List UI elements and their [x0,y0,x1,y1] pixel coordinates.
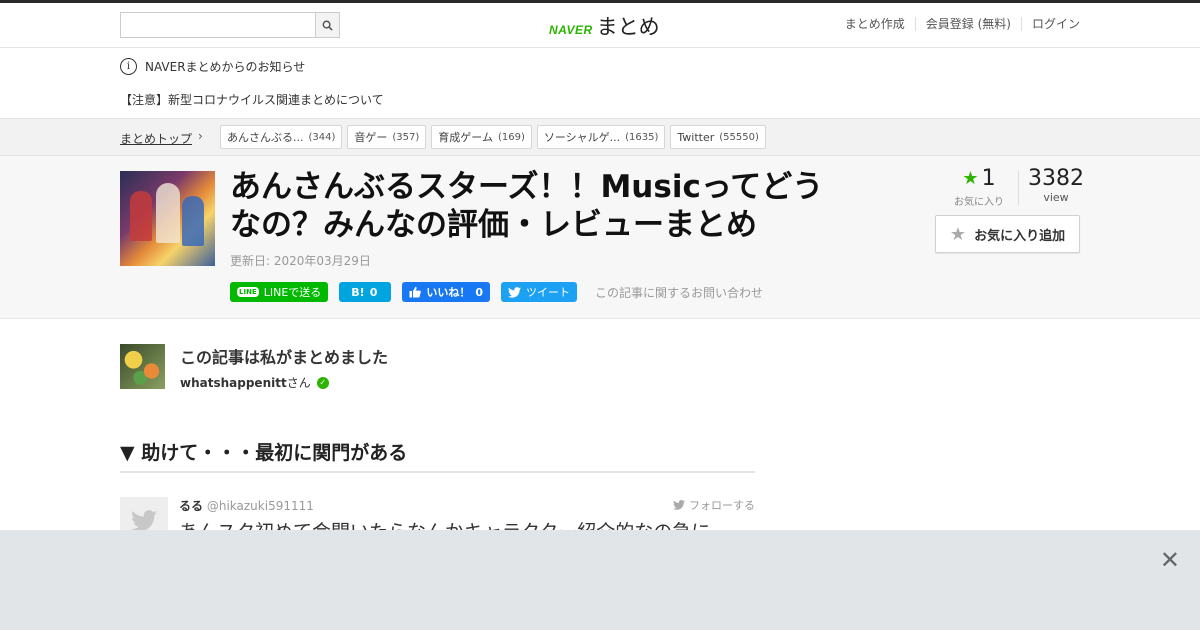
favorites-value: 1 [981,166,996,191]
search-icon [322,20,333,31]
verified-check-icon: ✓ [316,376,329,389]
favorites-number: ★ 1 [940,166,1018,191]
search-box [120,12,340,38]
hatena-bookmark-button[interactable]: B! 0 [339,282,392,302]
hatena-icon: B! [351,285,365,299]
create-matome-link[interactable]: まとめ作成 [835,17,915,31]
tag-count: (1635) [625,131,659,143]
tag-label: Twitter [677,130,715,144]
star-icon: ★ [962,168,979,189]
thumbs-up-icon [409,286,422,298]
notice-message-link[interactable]: 【注意】新型コロナウイルス関連まとめについて [120,91,384,108]
naver-matome-logo[interactable]: NAVER まとめ [549,11,660,41]
close-icon[interactable]: ✕ [1160,548,1180,572]
favorites-count: ★ 1 お気に入り [940,166,1018,208]
category-tag[interactable]: ソーシャルゲ... (1635) [536,125,666,149]
tweet-author: るる @hikazuki591111 [179,497,314,514]
view-count: 3382 view [1028,166,1084,204]
thumbnail-figure [130,191,152,241]
add-favorite-button[interactable]: ★ お気に入り追加 [935,215,1080,253]
tweet-button[interactable]: ツイート [501,282,577,302]
search-input[interactable] [121,13,315,37]
notice-header: i NAVERまとめからのお知らせ [120,58,305,75]
tag-count: (55550) [719,131,759,143]
follow-button[interactable]: フォローする [673,497,755,513]
article-header: あんさんぶるスターズ！！Musicってどうなの？みんなの評価・レビューまとめ 更… [0,156,1200,319]
star-icon: ★ [949,223,967,245]
tag-label: 音ゲー [354,131,388,144]
facebook-like-count: 0 [475,285,483,299]
hatena-count: 0 [369,285,378,299]
ad-overlay-banner: ✕ [0,530,1200,630]
tweet-author-handle[interactable]: @hikazuki591111 [207,499,314,513]
share-buttons: LINE LINEで送る B! 0 いいね！ 0 ツイート この記事に関するお問… [230,282,763,302]
tag-label: ソーシャルゲ... [543,131,621,144]
top-bar: NAVER まとめ まとめ作成 会員登録 (無料) ログイン [0,0,1200,48]
twitter-bird-icon [508,286,521,298]
logo-brand: NAVER [549,23,593,37]
category-tag[interactable]: Twitter (55550) [670,125,766,149]
thumbnail-figure [182,196,204,246]
author-suffix: さん [286,376,311,390]
breadcrumb: まとめトップ › あんさんぶる... (344) 音ゲー (357) 育成ゲーム (1… [0,118,1200,156]
login-link[interactable]: ログイン [1020,17,1080,31]
tag-label: あんさんぶる... [227,131,304,144]
twitter-bird-icon [131,510,157,532]
tweet-label: ツイート [526,286,570,299]
view-label: view [1043,191,1069,204]
follow-label: フォローする [689,499,755,512]
top-nav: まとめ作成 会員登録 (無料) ログイン [835,17,1080,31]
tweet-author-name[interactable]: るる [179,499,203,513]
author-avatar[interactable] [120,344,165,389]
category-tag[interactable]: 音ゲー (357) [347,125,427,149]
article-thumbnail [120,171,215,266]
notice-label: NAVERまとめからのお知らせ [145,60,306,74]
author-heading: この記事は私がまとめました [180,348,389,367]
twitter-bird-icon [673,500,685,510]
article-title: あんさんぶるスターズ！！Musicってどうなの？みんなの評価・レビューまとめ [230,169,824,243]
tag-count: (344) [308,131,336,143]
author-name-line: whatshappenittさん ✓ [180,374,329,391]
tag-count: (169) [497,131,525,143]
register-link[interactable]: 会員登録 (無料) [914,17,1021,31]
logo-text: まとめ [596,15,660,39]
facebook-like-label: いいね！ [426,286,471,299]
line-share-label: LINEで送る [263,286,322,299]
tag-label: 育成ゲーム [438,131,493,144]
search-button[interactable] [315,13,339,37]
contact-link[interactable]: この記事に関するお問い合わせ [595,284,763,301]
thumbnail-figure [156,183,180,243]
category-tag[interactable]: あんさんぶる... (344) [220,125,343,149]
line-icon: LINE [237,287,259,297]
add-favorite-label: お気に入り追加 [974,228,1066,244]
facebook-like-button[interactable]: いいね！ 0 [402,282,490,302]
author-name-link[interactable]: whatshappenitt [180,376,287,390]
line-share-button[interactable]: LINE LINEで送る [230,282,329,302]
chevron-right-icon: › [198,129,203,143]
stat-divider [1018,171,1019,205]
notice-area: i NAVERまとめからのお知らせ 【注意】新型コロナウイルス関連まとめについて [0,48,1200,118]
tag-count: (357) [392,131,420,143]
updated-date: 更新日: 2020年03月29日 [230,254,371,268]
section-heading: ▼ 助けて・・・最初に関門がある [120,438,755,473]
view-number: 3382 [1028,166,1084,191]
category-tag[interactable]: 育成ゲーム (169) [431,125,532,149]
category-tags: あんさんぶる... (344) 音ゲー (357) 育成ゲーム (169) ソーシャル… [220,125,766,149]
favorites-label: お気に入り [954,197,1004,208]
info-icon: i [120,58,137,75]
matome-top-link[interactable]: まとめトップ [120,130,192,147]
